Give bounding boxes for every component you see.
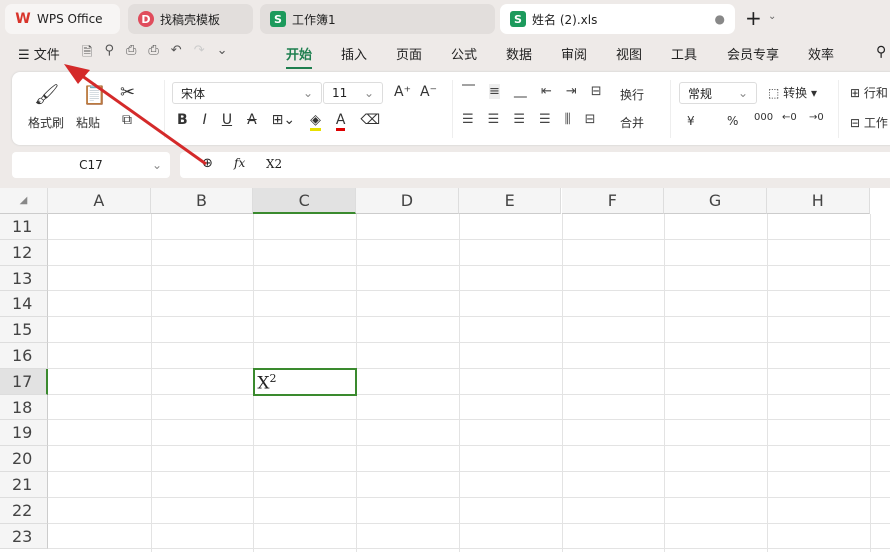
annotation-arrow [64,64,207,166]
